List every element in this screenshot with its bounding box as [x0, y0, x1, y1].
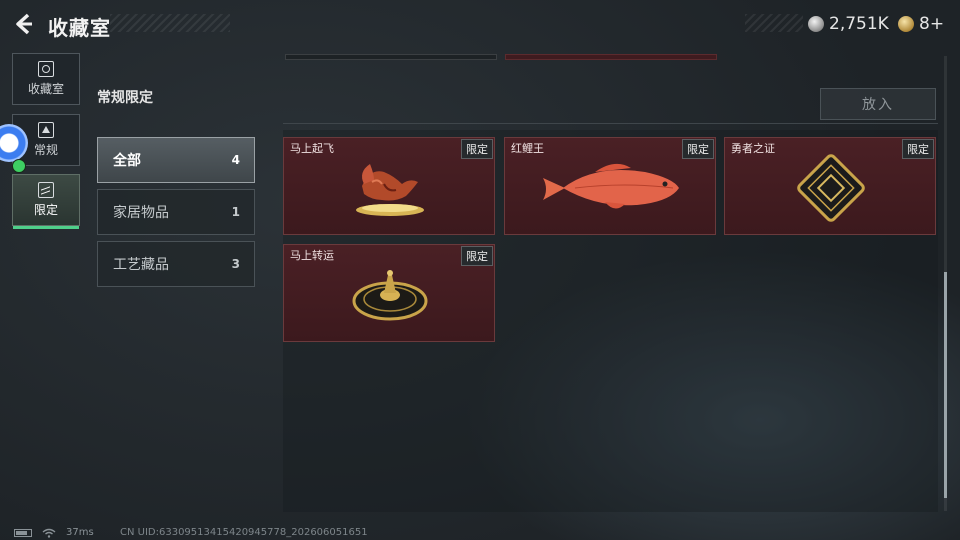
item-name: 马上起飞 — [290, 142, 334, 155]
category-all[interactable]: 全部 4 — [97, 137, 255, 183]
put-in-button[interactable]: 放入 — [820, 88, 936, 120]
regular-icon — [38, 122, 54, 138]
item-name: 马上转运 — [290, 249, 334, 262]
section-divider — [283, 123, 938, 124]
sidebar-tab-label: 收藏室 — [27, 82, 64, 96]
gold-currency-value: 8+ — [919, 14, 945, 34]
page-title: 收藏室 — [48, 16, 111, 40]
battery-icon — [14, 528, 32, 537]
silver-currency: 2,751K — [808, 14, 889, 34]
category-count: 4 — [231, 153, 240, 167]
category-label: 工艺藏品 — [113, 257, 169, 273]
ping-value: 37ms — [66, 527, 94, 538]
wifi-icon — [42, 528, 56, 538]
sidebar-tab-limited[interactable]: 限定 — [12, 174, 80, 229]
sidebar-tab-label: 限定 — [33, 203, 58, 217]
scrolled-card-edge — [505, 54, 717, 60]
collection-room-icon — [38, 61, 54, 77]
wifi-status-icon — [12, 159, 26, 173]
item-card-brave-proof[interactable]: 勇者之证 限定 — [724, 137, 936, 235]
category-count: 1 — [231, 205, 240, 219]
category-home-items[interactable]: 家居物品 1 — [97, 189, 255, 235]
top-bar: 收藏室 2,751K 8+ — [0, 0, 960, 50]
limited-badge: 限定 — [461, 139, 493, 159]
silver-coin-icon — [808, 16, 824, 32]
header-hatch-decoration — [110, 14, 230, 32]
sidebar-tab-collection-room[interactable]: 收藏室 — [12, 53, 80, 105]
header-hatch-decoration-right — [745, 14, 803, 32]
item-name: 红鲤王 — [511, 142, 544, 155]
category-label: 家居物品 — [113, 205, 169, 221]
sidebar-tab-label: 常规 — [33, 143, 58, 157]
category-count: 3 — [231, 257, 240, 271]
uid-text: CN UID:63309513415420945778_202606051651 — [120, 527, 368, 538]
item-card-carp[interactable]: 红鲤王 限定 — [504, 137, 716, 235]
scrollbar-thumb[interactable] — [944, 272, 947, 498]
scrolled-card-edge — [285, 54, 497, 60]
item-name: 勇者之证 — [731, 142, 775, 155]
limited-badge: 限定 — [902, 139, 934, 159]
category-crafts[interactable]: 工艺藏品 3 — [97, 241, 255, 287]
silver-currency-value: 2,751K — [829, 14, 889, 34]
section-title: 常规限定 — [97, 90, 153, 106]
limited-icon — [38, 182, 54, 198]
limited-badge: 限定 — [682, 139, 714, 159]
limited-badge: 限定 — [461, 246, 493, 266]
category-label: 全部 — [113, 153, 141, 169]
gold-coin-icon — [898, 16, 914, 32]
item-card-fortune[interactable]: 马上转运 限定 — [283, 244, 495, 342]
gold-currency[interactable]: 8+ — [898, 14, 944, 34]
back-arrow-icon[interactable] — [12, 12, 36, 36]
item-card-horse[interactable]: 马上起飞 限定 — [283, 137, 495, 235]
status-bar: 37ms — [14, 527, 94, 538]
